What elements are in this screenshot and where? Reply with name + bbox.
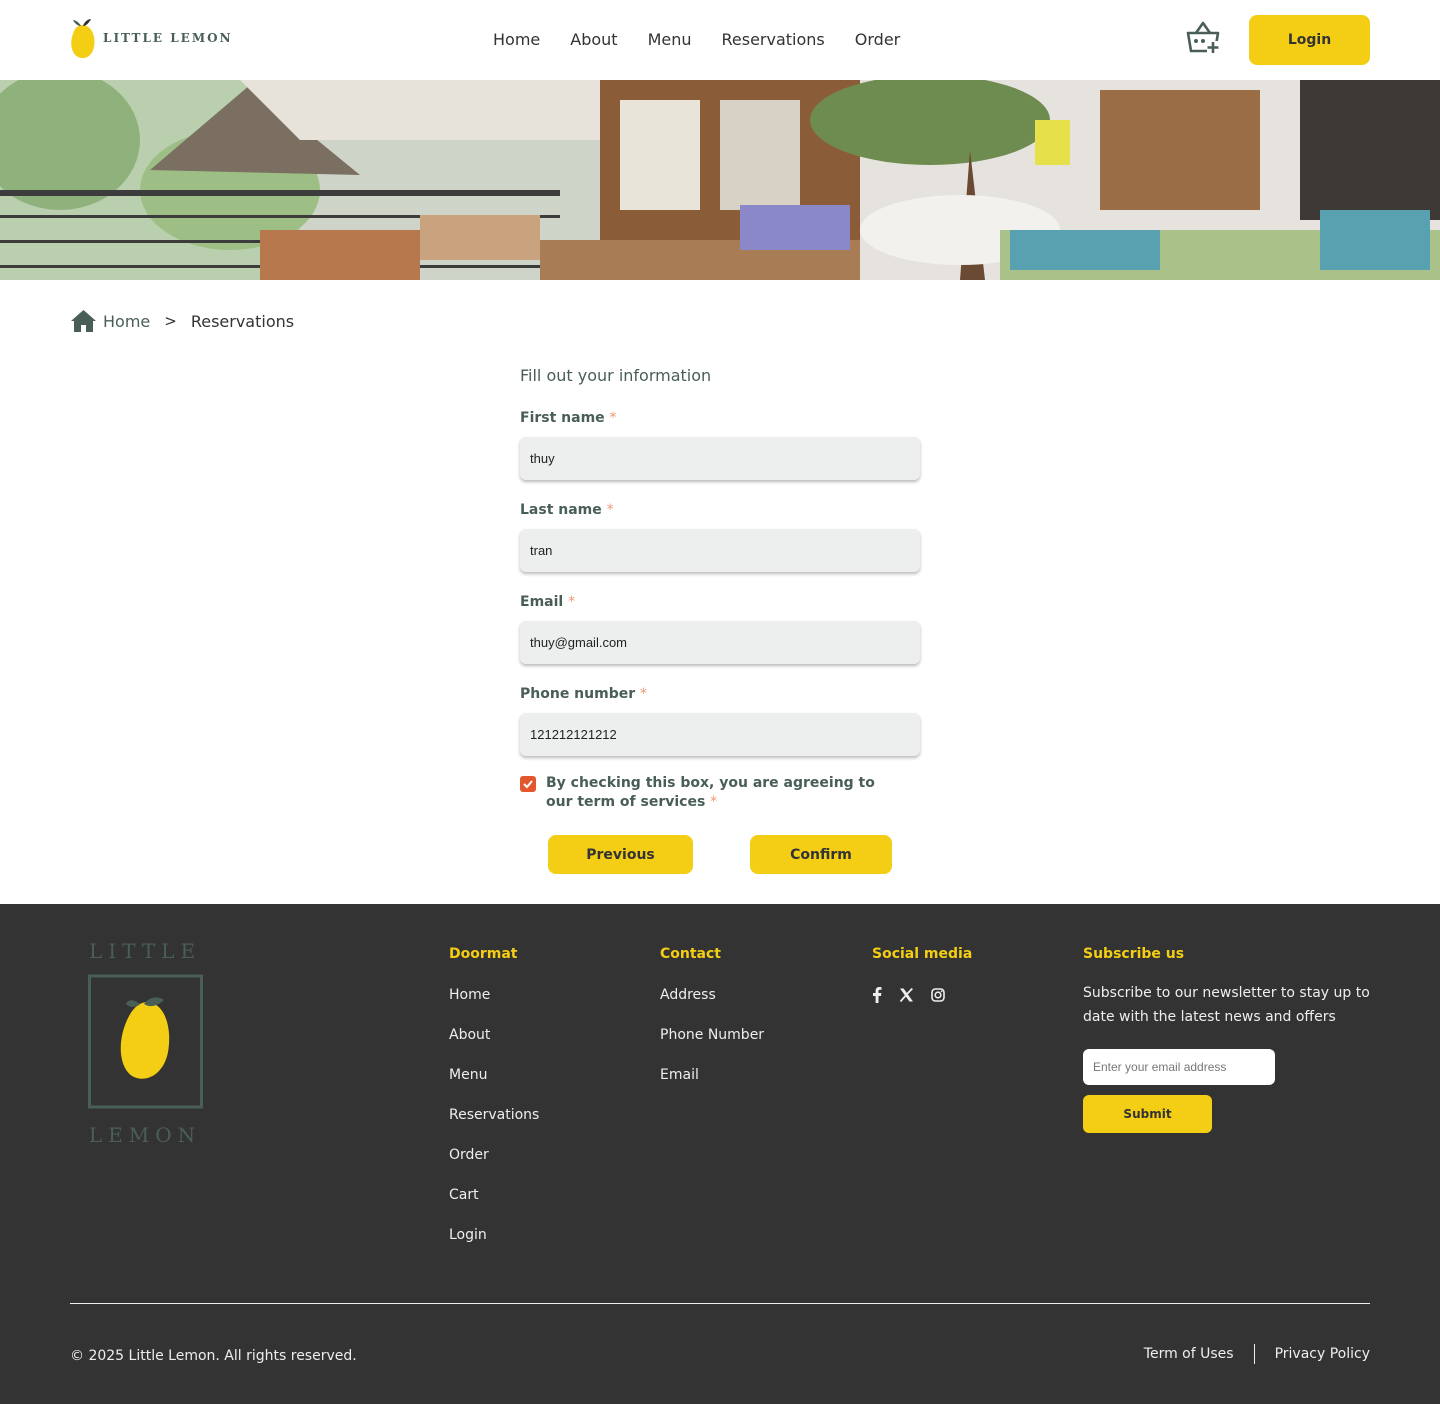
footer-divider [70,1303,1370,1304]
legal-links: Term of Uses Privacy Policy [1144,1344,1370,1364]
footer-logo-bottom: LEMON [89,1123,201,1147]
login-button[interactable]: Login [1249,15,1370,65]
contact-phone[interactable]: Phone Number [660,1025,764,1065]
subscribe-email-input[interactable]: Enter your email address [1083,1049,1275,1085]
nav-about[interactable]: About [570,30,617,50]
breadcrumb-separator: > [164,312,177,330]
email-label: Email * [520,594,576,610]
contact-column: Contact Address Phone Number Email [660,944,764,1105]
basket-add-icon [1186,21,1220,53]
footer-link-home[interactable]: Home [449,985,539,1025]
footer-logo: LITTLE LEMON [88,942,203,1147]
instagram-icon[interactable] [931,988,945,1002]
terms-agreement: By checking this box, you are agreeing t… [520,774,920,812]
x-icon[interactable] [899,988,914,1002]
first-name-group: First name * thuy [520,408,920,480]
breadcrumb-current: Reservations [190,311,295,331]
footer-link-menu[interactable]: Menu [449,1065,539,1105]
site-footer: LITTLE LEMON Doormat Home About Menu Res… [0,904,1440,1404]
required-mark: * [640,686,647,702]
footer-link-order[interactable]: Order [449,1145,539,1185]
last-name-input[interactable]: tran [520,529,920,572]
required-mark: * [606,502,614,518]
logo[interactable]: LITTLE LEMON [70,16,233,60]
footer-logo-top: LITTLE [89,942,201,963]
previous-button[interactable]: Previous [548,835,693,874]
lemon-logo-icon [71,19,95,59]
email-group: Email * thuy@gmail.com [520,592,920,664]
check-icon [523,780,533,789]
email-input[interactable]: thuy@gmail.com [520,621,920,664]
site-header: LITTLE LEMON Home About Menu Reservation… [0,0,1440,80]
privacy-link[interactable]: Privacy Policy [1275,1344,1370,1364]
contact-email[interactable]: Email [660,1065,764,1105]
contact-address[interactable]: Address [660,985,764,1025]
footer-link-reservations[interactable]: Reservations [449,1105,539,1145]
terms-label: By checking this box, you are agreeing t… [546,775,875,810]
logo-text: LITTLE LEMON [103,31,233,45]
form-title: Fill out your information [520,366,712,385]
subscribe-text: Subscribe to our newsletter to stay up t… [1083,985,1370,1025]
phone-input[interactable]: 121212121212 [520,713,920,756]
required-mark: * [609,410,617,426]
first-name-label: First name * [520,410,617,426]
required-mark: * [568,594,576,610]
last-name-label: Last name * [520,502,614,518]
social-title: Social media [872,946,973,962]
phone-label: Phone number * [520,686,647,702]
nav-home[interactable]: Home [493,30,540,50]
subscribe-column: Subscribe us Subscribe to our newsletter… [1083,944,1373,1133]
terms-checkbox[interactable] [520,776,536,792]
copyright: © 2025 Little Lemon. All rights reserved… [70,1348,357,1364]
footer-link-about[interactable]: About [449,1025,539,1065]
cart-button[interactable] [1185,20,1221,56]
legal-separator [1253,1344,1255,1364]
home-icon[interactable] [70,309,97,333]
doormat-title: Doormat [449,946,518,962]
social-icons [872,987,972,1003]
hero-image [0,80,1440,280]
breadcrumb: Home > Reservations [70,308,294,334]
first-name-input[interactable]: thuy [520,437,920,480]
restaurant-patio-illustration [0,80,1440,280]
last-name-group: Last name * tran [520,500,920,572]
nav-menu[interactable]: Menu [648,30,692,50]
social-column: Social media [872,944,972,1003]
facebook-icon[interactable] [872,987,882,1003]
main-nav: Home About Menu Reservations Order [493,30,900,50]
contact-title: Contact [660,946,721,962]
footer-link-login[interactable]: Login [449,1225,539,1265]
reservation-form: Fill out your information First name * t… [520,362,920,812]
terms-link[interactable]: Term of Uses [1144,1344,1234,1364]
nav-order[interactable]: Order [855,30,900,50]
breadcrumb-home[interactable]: Home [103,312,150,331]
nav-reservations[interactable]: Reservations [722,30,825,50]
confirm-button[interactable]: Confirm [750,835,892,874]
subscribe-title: Subscribe us [1083,946,1185,962]
doormat-column: Doormat Home About Menu Reservations Ord… [449,944,539,1265]
subscribe-submit-button[interactable]: Submit [1083,1095,1212,1133]
footer-link-cart[interactable]: Cart [449,1185,539,1225]
phone-group: Phone number * 121212121212 [520,684,920,756]
